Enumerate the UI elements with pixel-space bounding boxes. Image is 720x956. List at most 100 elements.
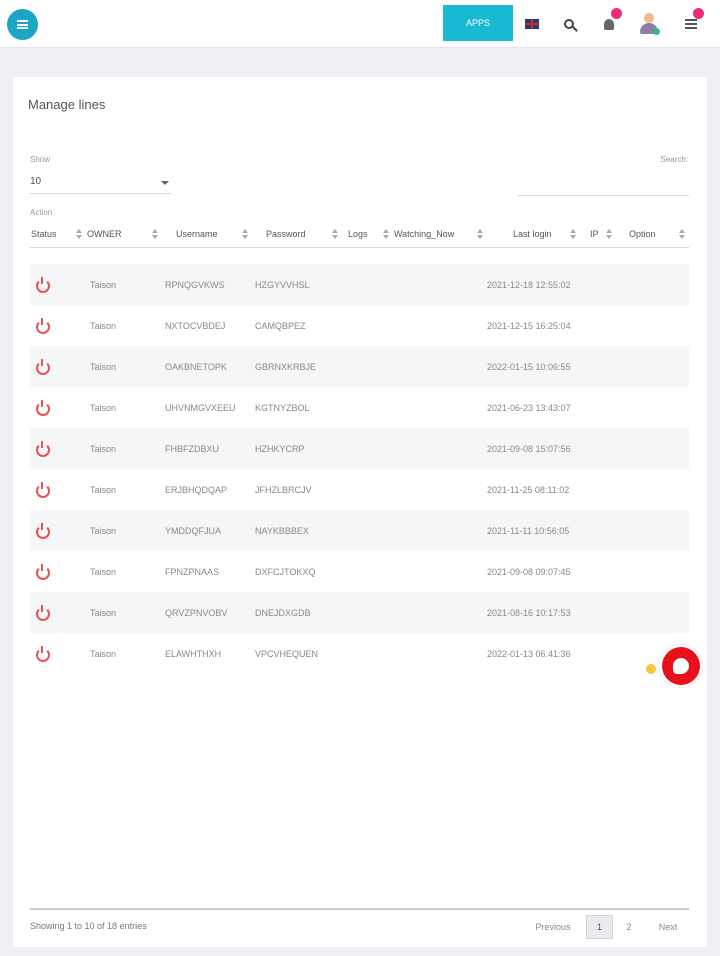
column-header-username[interactable]: Username bbox=[162, 221, 252, 248]
bell-icon bbox=[604, 18, 614, 30]
password-cell: KGTNYZBOL bbox=[255, 402, 310, 413]
logs-cell bbox=[342, 305, 393, 346]
notifications-button[interactable] bbox=[597, 8, 622, 36]
manage-lines-card: Manage lines Show 10 Search: Action Stat… bbox=[13, 77, 707, 947]
option-cell bbox=[616, 387, 689, 428]
status-cell bbox=[30, 305, 86, 346]
table-header-row: Status OWNER Username Password Logs Watc… bbox=[30, 221, 689, 248]
power-icon[interactable] bbox=[35, 563, 50, 580]
user-avatar[interactable] bbox=[638, 12, 660, 36]
password-cell: HZGYVVHSL bbox=[252, 264, 342, 305]
sort-icon bbox=[679, 229, 685, 239]
ip-cell bbox=[580, 469, 616, 510]
owner-cell: Taison bbox=[90, 320, 117, 331]
power-icon[interactable] bbox=[35, 358, 50, 375]
watching-now-cell bbox=[393, 387, 487, 428]
username-cell: RPNQGVKWS bbox=[162, 264, 252, 305]
power-icon[interactable] bbox=[35, 604, 50, 621]
column-header-owner[interactable]: OWNER bbox=[86, 221, 162, 248]
logs-cell bbox=[342, 551, 393, 592]
search-input[interactable] bbox=[518, 174, 689, 196]
power-icon[interactable] bbox=[35, 440, 50, 457]
sort-icon bbox=[152, 229, 158, 239]
table-row: Taison FHBFZDBXU HZHKYCRP 2021-09-08 15:07:… bbox=[30, 428, 689, 469]
power-icon[interactable] bbox=[35, 276, 50, 293]
option-cell bbox=[616, 469, 689, 510]
chat-icon bbox=[673, 658, 689, 674]
column-header-logs[interactable]: Logs bbox=[342, 221, 393, 248]
table-row: Taison NXTOCVBDEJ CAMQBPEZ 2021-12-15 16:25… bbox=[30, 305, 689, 346]
search-button[interactable] bbox=[557, 12, 581, 36]
pagination-page-2[interactable]: 2 bbox=[616, 915, 642, 939]
power-icon[interactable] bbox=[35, 481, 50, 498]
owner-cell: Taison bbox=[90, 402, 117, 413]
sort-icon bbox=[570, 229, 576, 239]
table-row: Taison ERJBHQDQAP JFHZLBRCJV 2021-11-25 08:… bbox=[30, 469, 689, 510]
logs-cell bbox=[342, 510, 393, 551]
last-login-cell: 2021-12-18 12:55:02 bbox=[487, 264, 580, 305]
last-login-cell: 2022-01-15 10:06:55 bbox=[487, 346, 580, 387]
table-row: Taison QRVZPNVOBV DNEJDXGDB 2021-08-16 10:1… bbox=[30, 592, 689, 633]
power-icon[interactable] bbox=[35, 645, 50, 662]
option-cell bbox=[616, 592, 689, 633]
power-icon[interactable] bbox=[35, 317, 50, 334]
option-cell bbox=[616, 428, 689, 469]
status-cell bbox=[30, 346, 86, 387]
chevron-down-icon bbox=[161, 181, 169, 185]
username-cell: UHVNMGVXEEU bbox=[165, 402, 236, 413]
watching-now-cell bbox=[393, 592, 487, 633]
status-cell bbox=[30, 428, 86, 469]
uk-flag-icon[interactable] bbox=[525, 19, 539, 29]
logs-cell bbox=[342, 592, 393, 633]
menu-toggle-button[interactable] bbox=[7, 9, 38, 40]
search-icon bbox=[564, 19, 574, 29]
sort-icon bbox=[383, 229, 389, 239]
table-row: Taison ELAWHTHXH VPCVHEQUEN 2022-01-13 06:4… bbox=[30, 633, 689, 674]
chat-widget-button[interactable] bbox=[659, 644, 703, 688]
list-icon bbox=[685, 19, 697, 29]
last-login-cell: 2021-11-25 08:11:02 bbox=[487, 484, 570, 495]
pagination-next[interactable]: Next bbox=[646, 915, 690, 939]
option-cell bbox=[616, 305, 689, 346]
power-icon[interactable] bbox=[35, 522, 50, 539]
logs-cell bbox=[342, 428, 393, 469]
ip-cell bbox=[580, 510, 616, 551]
pagination-page-1[interactable]: 1 bbox=[586, 915, 613, 939]
column-header-last-login[interactable]: Last login bbox=[487, 221, 580, 248]
last-login-cell: 2021-06-23 13:43:07 bbox=[487, 402, 571, 413]
logs-cell bbox=[342, 469, 393, 510]
column-header-status[interactable]: Status bbox=[30, 221, 86, 248]
status-cell bbox=[30, 592, 86, 633]
apps-button[interactable]: APPS bbox=[443, 5, 513, 41]
logs-cell bbox=[342, 387, 393, 428]
logs-cell bbox=[342, 346, 393, 387]
column-header-option[interactable]: Option bbox=[616, 221, 689, 248]
password-cell: JFHZLBRCJV bbox=[255, 484, 312, 495]
password-cell: HZHKYCRP bbox=[252, 428, 342, 469]
option-cell bbox=[616, 264, 689, 305]
column-header-watching-now[interactable]: Watching_Now bbox=[393, 221, 487, 248]
option-cell bbox=[616, 346, 689, 387]
pagination-previous[interactable]: Previous bbox=[525, 915, 581, 939]
watching-now-cell bbox=[393, 633, 487, 674]
sort-icon bbox=[477, 229, 483, 239]
watching-now-cell bbox=[393, 469, 487, 510]
ip-cell bbox=[580, 346, 616, 387]
lines-table: Status OWNER Username Password Logs Watc… bbox=[30, 221, 689, 674]
password-cell: GBRNXKRBJE bbox=[252, 346, 342, 387]
entries-per-page-select[interactable]: 10 bbox=[30, 170, 171, 194]
option-cell bbox=[616, 551, 689, 592]
column-header-password[interactable]: Password bbox=[252, 221, 342, 248]
ip-cell bbox=[580, 264, 616, 305]
table-body: Taison RPNQGVKWS HZGYVVHSL 2021-12-18 12:55… bbox=[30, 247, 689, 674]
status-cell bbox=[30, 264, 86, 305]
column-header-ip[interactable]: IP bbox=[580, 221, 616, 248]
username-cell: ERJBHQDQAP bbox=[165, 484, 228, 495]
online-status-dot bbox=[653, 28, 660, 35]
power-icon[interactable] bbox=[35, 399, 50, 416]
table-footer-divider bbox=[30, 908, 689, 910]
entries-per-page-value: 10 bbox=[30, 176, 42, 187]
status-cell bbox=[30, 633, 86, 674]
table-row: Taison YMDDQFJUA NAYKBBBEX 2021-11-11 10:56… bbox=[30, 510, 689, 551]
tasks-button[interactable] bbox=[679, 8, 704, 36]
